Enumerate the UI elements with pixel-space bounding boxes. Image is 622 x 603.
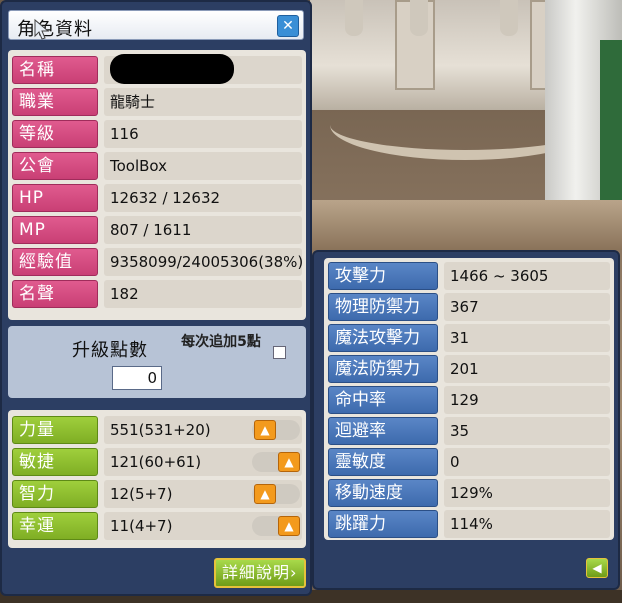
info-label: 經驗值 — [12, 248, 98, 276]
info-row-hp: HP 12632 / 12632 — [12, 184, 304, 212]
detail-button-label: 詳細說明 — [222, 563, 291, 582]
stat-row-int: 智力 12(5+7) ▲ — [12, 480, 304, 508]
info-row-guild: 公會 ToolBox — [12, 152, 304, 180]
detail-label: 跳躍力 — [328, 510, 438, 538]
stat-label: 智力 — [12, 480, 98, 508]
luk-up-arrow-icon[interactable]: ▲ — [278, 516, 300, 536]
info-value: 116 — [104, 120, 302, 148]
lamp — [345, 0, 363, 36]
stat-row-luk: 幸運 11(4+7) ▲ — [12, 512, 304, 540]
detail-label: 移動速度 — [328, 479, 438, 507]
info-value: 12632 / 12632 — [104, 184, 302, 212]
info-value: 182 — [104, 280, 302, 308]
info-label: 職業 — [12, 88, 98, 116]
auto-add-label: 每次追加5點 — [181, 334, 261, 350]
info-panel: 名稱 職業 龍騎士 等級 116 公會 ToolBox HP 12632 / 1… — [8, 50, 306, 320]
detail-value: 129 — [444, 386, 610, 414]
lamp — [500, 0, 518, 36]
info-row-level: 等級 116 — [12, 120, 304, 148]
detail-value: 114% — [444, 510, 610, 538]
redacted-name — [110, 54, 234, 84]
detail-value: 129% — [444, 479, 610, 507]
lamp — [410, 0, 428, 36]
detail-value: 35 — [444, 417, 610, 445]
detail-row-speed: 移動速度 129% — [328, 479, 610, 507]
info-row-exp: 經驗值 9358099/24005306(38%) — [12, 248, 304, 276]
detail-row-jump: 跳躍力 114% — [328, 510, 610, 538]
stat-track: ▲ — [252, 420, 300, 440]
info-row-job: 職業 龍騎士 — [12, 88, 304, 116]
ability-point-field: 0 — [112, 366, 162, 390]
detail-panel: 攻擊力 1466 ~ 3605 物理防禦力 367 魔法攻擊力 31 魔法防禦力… — [324, 258, 614, 540]
info-row-fame: 名聲 182 — [12, 280, 304, 308]
title-bar[interactable]: 角色資料 ✕ — [8, 10, 304, 40]
stat-row-str: 力量 551(531+20) ▲ — [12, 416, 304, 444]
detail-window: 攻擊力 1466 ~ 3605 物理防禦力 367 魔法攻擊力 31 魔法防禦力… — [312, 250, 620, 590]
stat-track: ▲ — [252, 484, 300, 504]
ability-point-label: 升級點數 — [72, 340, 148, 361]
detail-value: 1466 ~ 3605 — [444, 262, 610, 290]
detail-row-hands: 靈敏度 0 — [328, 448, 610, 476]
detail-label: 物理防禦力 — [328, 293, 438, 321]
detail-row-accuracy: 命中率 129 — [328, 386, 610, 414]
detail-row-avoid: 迴避率 35 — [328, 417, 610, 445]
back-arrow-icon[interactable]: ◀ — [586, 558, 608, 578]
info-label: 等級 — [12, 120, 98, 148]
detail-row-mdef: 魔法防禦力 201 — [328, 355, 610, 383]
stat-row-dex: 敏捷 121(60+61) ▲ — [12, 448, 304, 476]
detail-label: 迴避率 — [328, 417, 438, 445]
detail-value: 0 — [444, 448, 610, 476]
detail-row-attack: 攻擊力 1466 ~ 3605 — [328, 262, 610, 290]
detail-value: 31 — [444, 324, 610, 352]
info-label: MP — [12, 216, 98, 244]
close-icon[interactable]: ✕ — [277, 15, 299, 37]
detail-label: 命中率 — [328, 386, 438, 414]
detail-value: 201 — [444, 355, 610, 383]
info-label: HP — [12, 184, 98, 212]
info-value: 807 / 1611 — [104, 216, 302, 244]
stat-track: ▲ — [252, 452, 300, 472]
detail-label: 魔法攻擊力 — [328, 324, 438, 352]
mouse-cursor-icon — [34, 18, 50, 40]
detail-button[interactable]: 詳細說明› — [214, 558, 306, 588]
info-value: 龍騎士 — [104, 88, 302, 116]
info-label: 名聲 — [12, 280, 98, 308]
window-title: 角色資料 — [17, 19, 93, 40]
info-value: ToolBox — [104, 152, 302, 180]
detail-label: 魔法防禦力 — [328, 355, 438, 383]
detail-value: 367 — [444, 293, 610, 321]
info-label: 公會 — [12, 152, 98, 180]
detail-label: 靈敏度 — [328, 448, 438, 476]
info-row-mp: MP 807 / 1611 — [12, 216, 304, 244]
ability-point-area: 升級點數 0 每次追加5點 — [8, 326, 306, 398]
stat-track: ▲ — [252, 516, 300, 536]
stat-label: 敏捷 — [12, 448, 98, 476]
stat-label: 力量 — [12, 416, 98, 444]
stat-label: 幸運 — [12, 512, 98, 540]
dex-up-arrow-icon[interactable]: ▲ — [278, 452, 300, 472]
str-up-arrow-icon[interactable]: ▲ — [254, 420, 276, 440]
chevron-right-icon: › — [290, 563, 298, 582]
info-value: 9358099/24005306(38%) — [104, 248, 303, 276]
detail-row-wdef: 物理防禦力 367 — [328, 293, 610, 321]
detail-row-matk: 魔法攻擊力 31 — [328, 324, 610, 352]
info-label: 名稱 — [12, 56, 98, 84]
detail-label: 攻擊力 — [328, 262, 438, 290]
int-up-arrow-icon[interactable]: ▲ — [254, 484, 276, 504]
railing — [310, 200, 622, 250]
stat-panel: 力量 551(531+20) ▲ 敏捷 121(60+61) ▲ 智力 12(5… — [8, 410, 306, 548]
auto-add-checkbox[interactable] — [273, 346, 286, 359]
character-info-window: 角色資料 ✕ 名稱 職業 龍騎士 等級 116 公會 ToolBox HP 12… — [0, 0, 312, 596]
